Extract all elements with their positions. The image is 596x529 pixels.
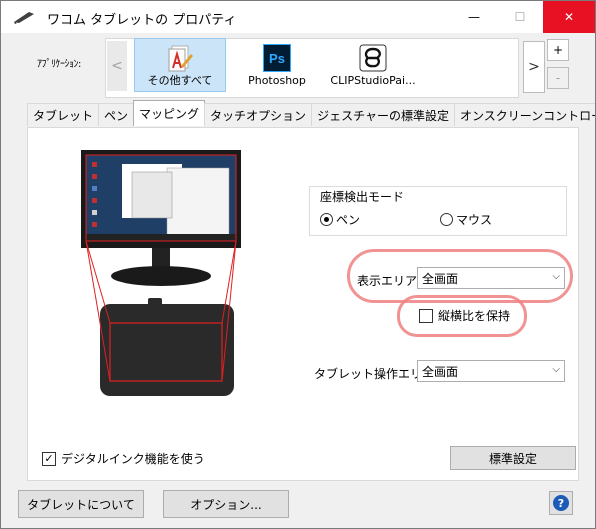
mode-group-title: 座標検出モード <box>318 188 407 205</box>
photoshop-icon: Ps <box>263 44 291 72</box>
window-title: ワコム タブレットの プロパティ <box>47 13 237 28</box>
clip-studio-icon <box>359 44 387 72</box>
options-button[interactable]: オプション... <box>163 490 289 518</box>
application-label: ｱﾌﾟﾘｹｰｼｮﾝ: <box>37 59 81 70</box>
monitor-icon <box>81 150 241 286</box>
tab-mapping[interactable]: マッピング <box>133 100 206 126</box>
digital-ink-checkbox[interactable]: ✓ デジタルインク機能を使う <box>42 450 205 467</box>
photoshop-icon-text: Ps <box>269 50 285 66</box>
scroll-right-button[interactable]: > <box>523 41 545 93</box>
mode-mouse-radio[interactable]: マウス <box>440 211 492 228</box>
remove-application-button[interactable]: - <box>547 67 569 89</box>
tablet-area-select[interactable]: 全画面 ⌵ <box>417 360 565 382</box>
pen-icon <box>14 12 34 24</box>
mode-mouse-label: マウス <box>456 213 493 227</box>
application-bar: ｱﾌﾟﾘｹｰｼｮﾝ: < その他すべて Ps Photoshop CLIPStu… <box>1 33 595 98</box>
digital-ink-label: デジタルインク機能を使う <box>61 452 205 466</box>
app-item-clip-studio[interactable]: CLIPStudioPai... <box>325 38 421 90</box>
highlight-annotation <box>397 295 527 337</box>
tablet-area-value: 全画面 <box>422 364 459 379</box>
radio-unselected-icon <box>440 213 453 226</box>
title-bar: ワコム タブレットの プロパティ — ☐ ✕ <box>1 1 595 33</box>
app-item-all[interactable]: その他すべて <box>134 38 226 92</box>
mode-pen-label: ペン <box>336 213 361 227</box>
tab-touch-options[interactable]: タッチオプション <box>204 103 313 126</box>
mode-pen-radio[interactable]: ペン <box>320 211 360 228</box>
help-icon: ? <box>553 495 569 511</box>
add-application-button[interactable]: + <box>547 39 569 61</box>
about-tablet-button[interactable]: タブレットについて <box>18 490 144 518</box>
app-item-label: その他すべて <box>147 74 213 87</box>
maximize-button[interactable]: ☐ <box>497 1 543 33</box>
close-button[interactable]: ✕ <box>543 1 595 33</box>
chevron-down-icon: ⌵ <box>552 364 560 375</box>
app-item-label: CLIPStudioPai... <box>330 74 416 87</box>
all-apps-icon <box>168 45 193 72</box>
tab-onscreen-controls[interactable]: オンスクリーンコントロール <box>453 103 595 126</box>
minimize-button[interactable]: — <box>451 1 497 33</box>
properties-window: ワコム タブレットの プロパティ — ☐ ✕ ｱﾌﾟﾘｹｰｼｮﾝ: < その他す… <box>0 0 596 529</box>
tab-pen[interactable]: ペン <box>98 103 135 126</box>
mapping-illustration <box>81 150 241 396</box>
help-button[interactable]: ? <box>549 491 573 515</box>
default-settings-button[interactable]: 標準設定 <box>450 446 576 470</box>
tab-tablet[interactable]: タブレット <box>27 103 100 126</box>
app-item-label: Photoshop <box>248 74 306 87</box>
checkmark-icon: ✓ <box>42 451 56 466</box>
tablet-icon <box>100 298 234 396</box>
tab-gesture-defaults[interactable]: ジェスチャーの標準設定 <box>311 103 455 126</box>
scroll-left-button[interactable]: < <box>107 41 127 91</box>
tab-strip: タブレット ペン マッピング タッチオプション ジェスチャーの標準設定 オンスク… <box>27 100 595 127</box>
radio-selected-icon <box>320 213 333 226</box>
app-item-photoshop[interactable]: Ps Photoshop <box>237 38 317 90</box>
